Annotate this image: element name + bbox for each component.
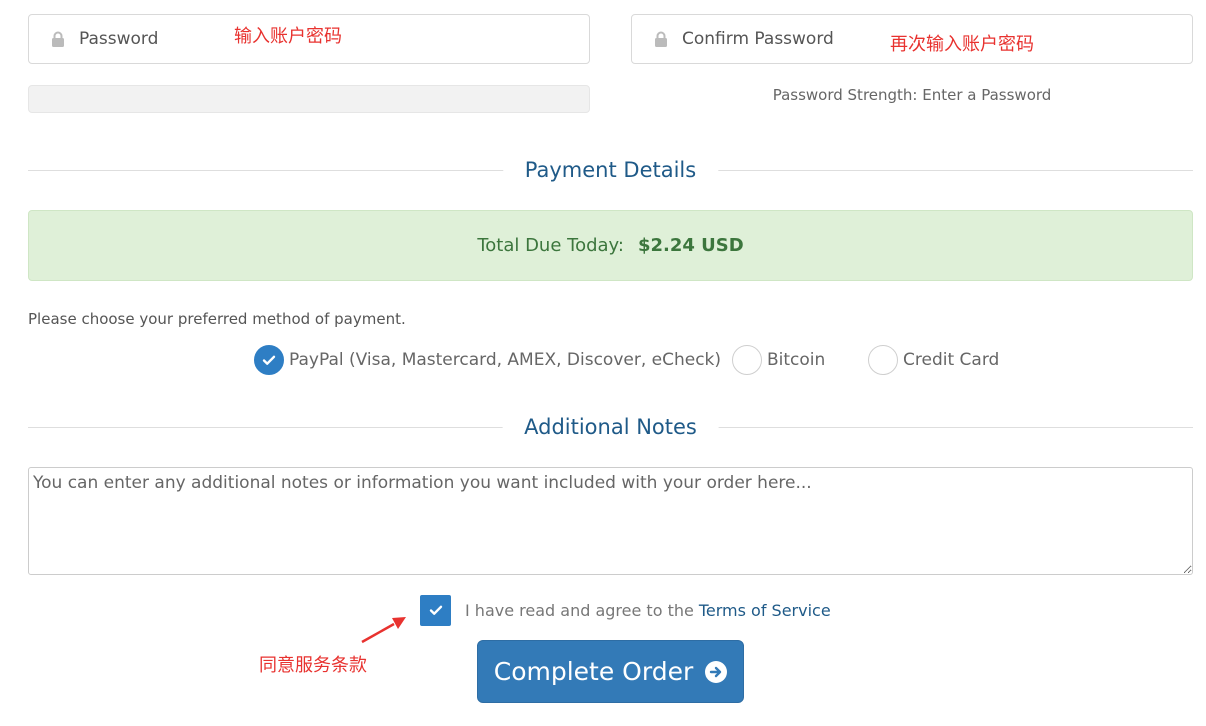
payment-option-label: PayPal (Visa, Mastercard, AMEX, Discover… — [289, 350, 722, 370]
confirm-password-annotation: 再次输入账户密码 — [890, 34, 1034, 55]
lock-icon — [51, 31, 65, 47]
payment-details-heading: Payment Details — [502, 155, 719, 185]
check-icon — [429, 605, 442, 615]
radio-unchecked-icon[interactable] — [868, 345, 898, 375]
annotation-arrow-icon — [361, 617, 406, 644]
radio-checked-icon[interactable] — [254, 345, 284, 375]
total-due-box: Total Due Today: $2.24 USD — [28, 210, 1193, 281]
payment-option-credit-card[interactable]: Credit Card — [868, 344, 999, 376]
payment-option-bitcoin[interactable]: Bitcoin — [732, 344, 825, 376]
password-strength-bar — [28, 85, 590, 113]
confirm-password-placeholder: Confirm Password — [682, 29, 834, 49]
password-annotation: 输入账户密码 — [234, 26, 342, 47]
terms-checkbox[interactable] — [420, 594, 451, 626]
arrow-circle-right-icon — [705, 660, 728, 683]
complete-order-button[interactable]: Complete Order — [477, 640, 744, 703]
checkout-form: Password 输入账户密码 Confirm Password 再次输入账户密… — [0, 0, 1206, 726]
payment-option-paypal[interactable]: PayPal (Visa, Mastercard, AMEX, Discover… — [254, 344, 721, 376]
payment-option-label: Credit Card — [903, 350, 1000, 370]
terms-text: I have read and agree to the — [465, 600, 694, 620]
lock-icon — [654, 31, 668, 47]
payment-details-section: Payment Details — [28, 155, 1193, 185]
payment-option-label: Bitcoin — [767, 350, 826, 370]
total-due-label: Total Due Today: — [477, 235, 624, 256]
radio-unchecked-icon[interactable] — [732, 345, 762, 375]
notes-textarea[interactable] — [28, 467, 1193, 575]
total-due-amount: $2.24 USD — [637, 235, 744, 256]
terms-of-service-link[interactable]: Terms of Service — [699, 601, 831, 620]
terms-annotation: 同意服务条款 — [259, 655, 367, 676]
payment-method-prompt: Please choose your preferred method of p… — [28, 310, 406, 328]
password-placeholder: Password — [79, 29, 159, 49]
additional-notes-section: Additional Notes — [28, 412, 1193, 442]
terms-row: I have read and agree to the Terms of Se… — [420, 593, 831, 627]
complete-order-label: Complete Order — [493, 657, 694, 686]
password-strength-text: Password Strength: Enter a Password — [772, 86, 1052, 104]
additional-notes-heading: Additional Notes — [502, 412, 719, 442]
